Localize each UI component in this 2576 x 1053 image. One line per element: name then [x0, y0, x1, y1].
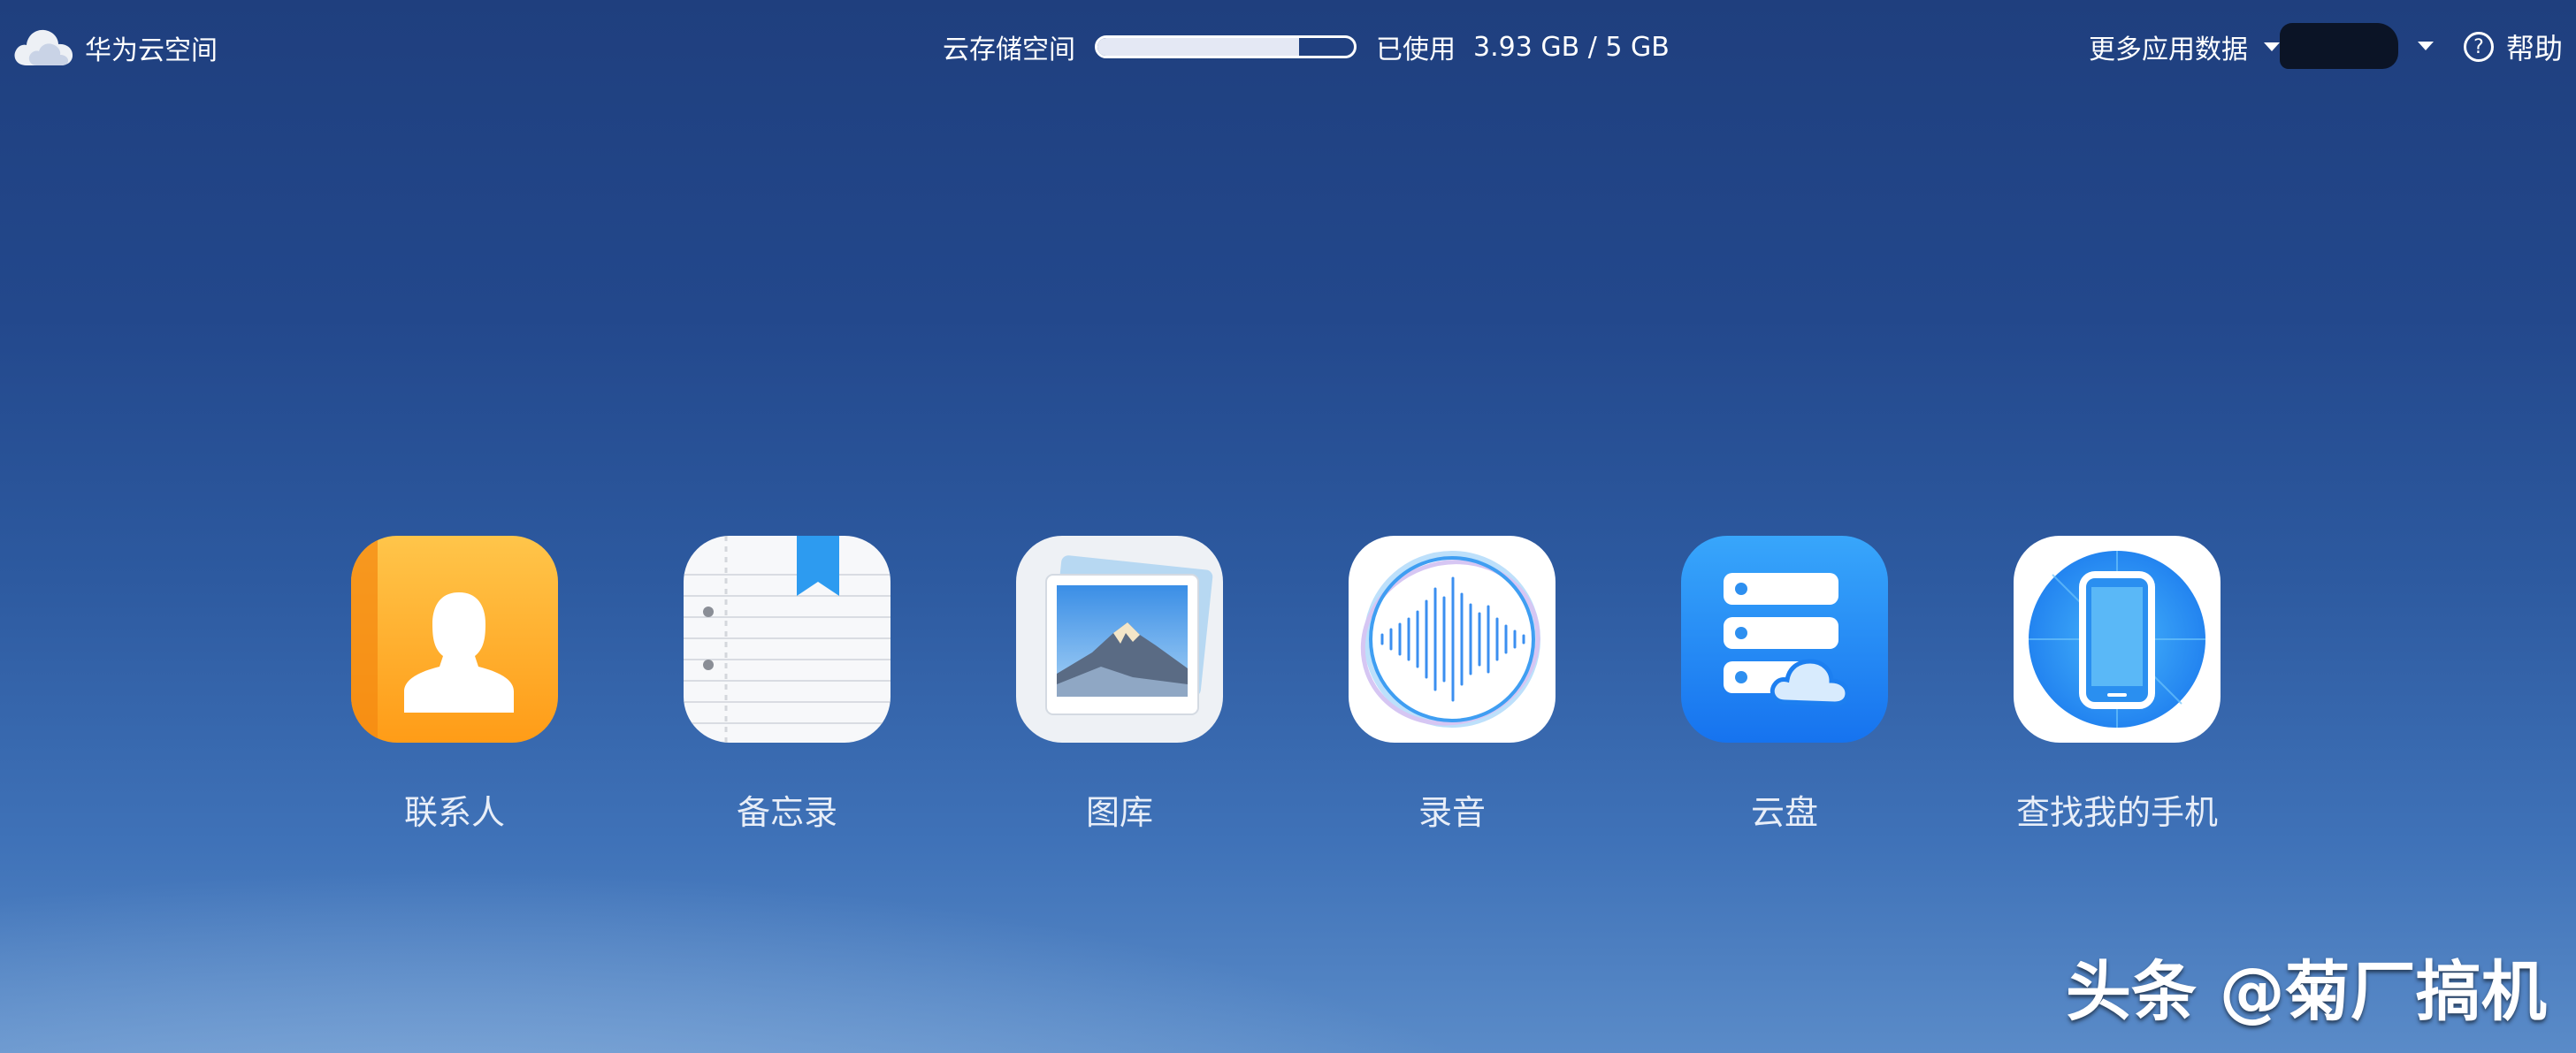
recorder-icon — [1349, 536, 1556, 743]
app-label: 联系人 — [403, 793, 505, 832]
cloud-logo-icon — [11, 23, 76, 72]
storage-progress-bar — [1095, 35, 1357, 58]
storage-label: 云存储空间 — [943, 34, 1075, 65]
app-label: 录音 — [1418, 793, 1486, 832]
gallery-icon — [1016, 536, 1223, 743]
question-icon: ? — [2464, 32, 2494, 62]
app-label: 查找我的手机 — [2015, 793, 2218, 832]
app-contacts[interactable]: 联系人 — [340, 536, 569, 834]
help-button[interactable]: ? 帮助 — [2464, 27, 2563, 67]
app-cloud-drive[interactable]: 云盘 — [1670, 536, 1900, 834]
brand-name: 华为云空间 — [85, 35, 218, 66]
used-value: 3.93 GB / 5 GB — [1473, 31, 1670, 63]
find-phone-icon — [2014, 536, 2221, 743]
chevron-down-icon — [2264, 42, 2280, 51]
app-find-phone[interactable]: 查找我的手机 — [2002, 536, 2232, 834]
top-bar: 华为云空间 云存储空间 已使用 3.93 GB / 5 GB 更多应用数据 ? … — [0, 0, 2576, 97]
app-grid: 联系人 备忘录 图库 录音 云盘 查找我的手机 — [0, 536, 2576, 836]
notes-icon — [684, 536, 891, 743]
account-dropdown[interactable] — [2280, 21, 2434, 71]
app-label: 云盘 — [1750, 793, 1818, 832]
cloud-drive-icon — [1681, 536, 1888, 743]
chevron-down-icon — [2418, 42, 2434, 50]
brand[interactable]: 华为云空间 — [11, 21, 218, 74]
more-app-data-dropdown[interactable]: 更多应用数据 — [2089, 27, 2280, 67]
more-app-data-label: 更多应用数据 — [2089, 34, 2248, 65]
watermark: 头条 @菊厂搞机 — [2066, 953, 2547, 1030]
app-notes[interactable]: 备忘录 — [672, 536, 902, 834]
redacted-account-name — [2280, 23, 2398, 69]
contacts-icon — [351, 536, 558, 743]
app-label: 图库 — [1085, 793, 1153, 832]
app-label: 备忘录 — [736, 793, 837, 832]
app-recorder[interactable]: 录音 — [1337, 536, 1567, 834]
app-gallery[interactable]: 图库 — [1005, 536, 1234, 834]
storage-indicator: 云存储空间 已使用 3.93 GB / 5 GB — [943, 27, 1670, 67]
storage-progress-fill — [1097, 38, 1299, 56]
used-label: 已使用 — [1376, 34, 1456, 65]
help-label: 帮助 — [2506, 32, 2564, 65]
